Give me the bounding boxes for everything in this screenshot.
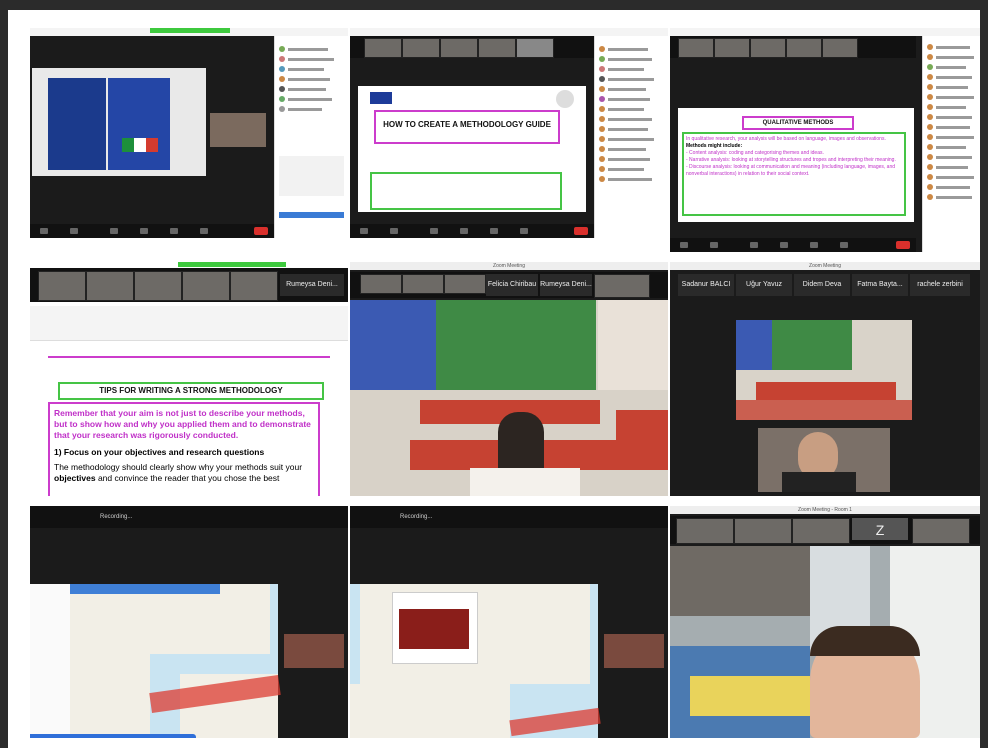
ebook-cover-right bbox=[108, 78, 170, 170]
name-chip-1: Sadanur BALCI bbox=[678, 274, 734, 296]
map-tab-bar[interactable] bbox=[70, 584, 220, 594]
participants-panel bbox=[922, 36, 980, 252]
meeting-header bbox=[350, 506, 668, 528]
participants-panel bbox=[274, 36, 348, 238]
tips-body-c: and convince the reader that you chose t… bbox=[95, 473, 280, 483]
student-center bbox=[498, 412, 544, 472]
gallery-strip: Z bbox=[670, 516, 980, 544]
student-webcam bbox=[758, 428, 890, 492]
slide-title: HOW TO CREATE A METHODOLOGY GUIDE bbox=[383, 120, 551, 129]
popup-image bbox=[399, 609, 469, 649]
participant-thumb bbox=[594, 274, 650, 298]
gallery-strip bbox=[670, 36, 916, 58]
desk-side bbox=[616, 410, 668, 470]
classroom-wall-green bbox=[436, 300, 596, 390]
tips-content-box: Remember that your aim is not just to de… bbox=[48, 402, 320, 496]
window-titlebar bbox=[350, 28, 668, 36]
slide-title-box: HOW TO CREATE A METHODOLOGY GUIDE bbox=[374, 110, 560, 144]
chat-input[interactable] bbox=[279, 212, 344, 218]
meeting-tile-9: Zoom Meeting - Room 1 Z bbox=[670, 506, 980, 738]
qual-title-box: QUALITATIVE METHODS bbox=[742, 116, 854, 130]
doc-page-rule bbox=[48, 356, 330, 358]
gallery-strip bbox=[350, 36, 594, 58]
route-overlay bbox=[509, 707, 601, 737]
meeting-tile-3: QUALITATIVE METHODS In qualitative resea… bbox=[670, 28, 980, 252]
eu-flag-logo bbox=[370, 92, 392, 104]
recording-label: Recording... bbox=[400, 514, 433, 520]
classroom-poster bbox=[350, 300, 436, 390]
meeting-tile-5: Zoom Meeting Felicia Chiribau Rumeysa De… bbox=[350, 262, 668, 496]
tips-paragraph: Remember that your aim is not just to de… bbox=[54, 408, 311, 440]
browser-toolbar bbox=[30, 306, 348, 341]
name-chip-3: Didem Deva bbox=[794, 274, 850, 296]
tips-body-b: objectives bbox=[54, 473, 96, 483]
window-titlebar bbox=[670, 28, 980, 36]
chat-area[interactable] bbox=[279, 156, 344, 196]
sharing-indicator bbox=[150, 28, 230, 33]
participants-panel bbox=[594, 36, 668, 238]
person-face bbox=[810, 626, 920, 738]
qual-intro: In qualitative research, your analysis w… bbox=[686, 136, 886, 142]
qual-content-box: In qualitative research, your analysis w… bbox=[682, 132, 906, 216]
window-title: Zoom Meeting bbox=[493, 263, 525, 269]
qual-item-1: - Content analysis: coding and categoris… bbox=[686, 150, 824, 156]
ebook-cover-left bbox=[48, 78, 106, 170]
qual-title: QUALITATIVE METHODS bbox=[762, 120, 834, 126]
qual-item-2: - Narrative analysis: looking at storyte… bbox=[686, 157, 896, 163]
end-button[interactable] bbox=[254, 227, 268, 235]
name-chip: Rumeysa Deni... bbox=[280, 274, 344, 296]
meeting-tile-7: Recording... bbox=[30, 506, 348, 738]
collage-frame: HOW TO CREATE A METHODOLOGY GUIDE QUALIT… bbox=[8, 10, 980, 748]
map-view bbox=[350, 584, 601, 738]
qual-methods-label: Methods might include: bbox=[686, 143, 743, 149]
name-chip-2: Uğur Yavuz bbox=[736, 274, 792, 296]
classroom-video bbox=[350, 300, 668, 496]
window-title: Zoom Meeting - Room 1 bbox=[798, 507, 852, 513]
end-button[interactable] bbox=[896, 241, 910, 249]
participant-video bbox=[284, 634, 344, 668]
avatar-z: Z bbox=[852, 518, 908, 540]
tips-title: TIPS FOR WRITING A STRONG METHODOLOGY bbox=[99, 386, 283, 395]
map-search-panel[interactable] bbox=[30, 584, 70, 738]
desk-front bbox=[470, 468, 580, 496]
participant-video bbox=[604, 634, 664, 668]
project-info-box bbox=[370, 172, 562, 210]
name-chip-2: Rumeysa Deni... bbox=[540, 274, 592, 296]
meeting-tile-6: Zoom Meeting Sadanur BALCI Uğur Yavuz Di… bbox=[670, 262, 980, 496]
blue-bar bbox=[30, 734, 196, 738]
name-chip-4: Fatma Bayta... bbox=[852, 274, 908, 296]
bedroom-video bbox=[670, 546, 980, 738]
meeting-tile-1 bbox=[30, 28, 348, 238]
meeting-header bbox=[30, 506, 348, 528]
classroom-video-top bbox=[736, 320, 912, 420]
name-chip-1: Felicia Chiribau bbox=[486, 274, 538, 296]
meeting-tile-8: Recording... bbox=[350, 506, 668, 738]
tips-title-box: TIPS FOR WRITING A STRONG METHODOLOGY bbox=[58, 382, 324, 400]
map-popup[interactable] bbox=[392, 592, 478, 664]
recording-label: Recording... bbox=[100, 514, 133, 520]
shared-screen bbox=[32, 68, 206, 176]
map-view bbox=[30, 584, 281, 738]
tips-heading: 1) Focus on your objectives and research… bbox=[54, 447, 265, 457]
flag-strip bbox=[122, 138, 158, 152]
meeting-tile-2: HOW TO CREATE A METHODOLOGY GUIDE bbox=[350, 28, 668, 238]
classroom-tree-mural bbox=[598, 300, 668, 390]
end-button[interactable] bbox=[574, 227, 588, 235]
meeting-toolbar bbox=[350, 224, 594, 238]
qual-item-3: - Discourse analysis: looking at communi… bbox=[686, 164, 896, 177]
meeting-toolbar bbox=[30, 224, 274, 238]
tips-body: The methodology should clearly show why … bbox=[54, 462, 314, 484]
shared-document: QUALITATIVE METHODS In qualitative resea… bbox=[678, 108, 914, 222]
window-title: Zoom Meeting bbox=[809, 263, 841, 269]
tips-body-a: The methodology should clearly show why … bbox=[54, 462, 303, 472]
meeting-tile-4: Rumeysa Deni... TIPS FOR WRITING A STRON… bbox=[30, 262, 348, 496]
shared-document: HOW TO CREATE A METHODOLOGY GUIDE bbox=[358, 86, 586, 212]
name-chip-5: rachele zerbini bbox=[910, 274, 970, 296]
participant-video bbox=[210, 113, 266, 147]
erasmus-logo bbox=[556, 90, 574, 108]
sharing-indicator bbox=[178, 262, 286, 267]
meeting-toolbar bbox=[670, 238, 916, 252]
